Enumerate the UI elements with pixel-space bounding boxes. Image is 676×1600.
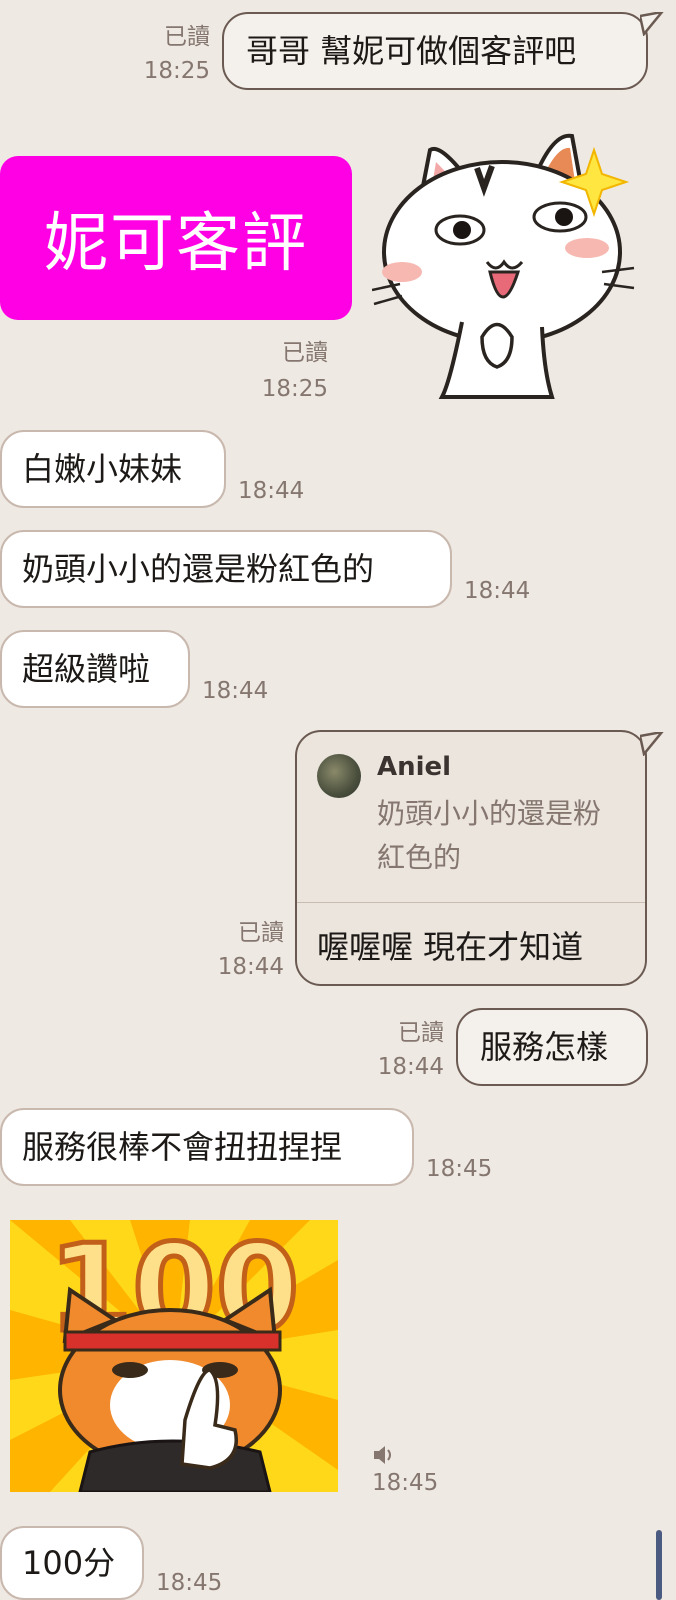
message-text: 服務怎樣 bbox=[480, 1028, 609, 1066]
message-time: 18:45 bbox=[372, 1470, 439, 1496]
message-text: 白嫩小妹妹 bbox=[22, 450, 183, 488]
message-time: 18:25 bbox=[261, 376, 328, 402]
quoted-text: 奶頭小小的還是粉紅色的 bbox=[377, 797, 602, 874]
message-time: 18:44 bbox=[464, 578, 531, 604]
incoming-message[interactable]: 超級讚啦 bbox=[0, 630, 190, 708]
image-text: 妮可客評 bbox=[44, 207, 308, 281]
message-time: 18:44 bbox=[377, 1054, 444, 1080]
scrollbar[interactable] bbox=[656, 1530, 662, 1600]
bubble-tail bbox=[640, 12, 664, 36]
outgoing-message[interactable]: 哥哥 幫妮可做個客評吧 bbox=[222, 12, 648, 90]
message-text: 服務很棒不會扭扭捏捏 bbox=[22, 1128, 343, 1166]
incoming-message[interactable]: 100分 bbox=[0, 1526, 144, 1600]
speaker-icon[interactable] bbox=[372, 1444, 396, 1466]
message-time: 18:45 bbox=[426, 1156, 493, 1182]
message-text: 喔喔喔 現在才知道 bbox=[317, 928, 584, 966]
message-text: 100分 bbox=[22, 1544, 116, 1582]
outgoing-message[interactable]: 服務怎樣 bbox=[456, 1008, 648, 1086]
avatar bbox=[317, 754, 361, 798]
image-message[interactable]: 妮可客評 bbox=[0, 156, 352, 320]
message-time: 18:25 bbox=[143, 58, 210, 84]
message-time: 18:44 bbox=[217, 954, 284, 980]
quoted-message[interactable]: Aniel 奶頭小小的還是粉紅色的 bbox=[297, 732, 645, 903]
cat-100-sticker[interactable]: 100 bbox=[10, 1220, 338, 1492]
read-receipt: 已讀 bbox=[282, 340, 328, 366]
message-text: 超級讚啦 bbox=[22, 650, 151, 688]
read-receipt: 已讀 bbox=[238, 920, 284, 946]
incoming-message[interactable]: 奶頭小小的還是粉紅色的 bbox=[0, 530, 452, 608]
bubble-tail bbox=[640, 732, 664, 756]
incoming-message[interactable]: 服務很棒不會扭扭捏捏 bbox=[0, 1108, 414, 1186]
incoming-message[interactable]: 白嫩小妹妹 bbox=[0, 430, 226, 508]
message-text: 奶頭小小的還是粉紅色的 bbox=[22, 550, 375, 588]
message-text: 哥哥 幫妮可做個客評吧 bbox=[246, 32, 577, 70]
cat-sticker[interactable] bbox=[372, 122, 642, 402]
quoted-sender-name: Aniel bbox=[377, 752, 452, 782]
read-receipt: 已讀 bbox=[164, 24, 210, 50]
message-time: 18:45 bbox=[156, 1570, 223, 1596]
read-receipt: 已讀 bbox=[398, 1020, 444, 1046]
message-time: 18:44 bbox=[202, 678, 269, 704]
reply-message[interactable]: Aniel 奶頭小小的還是粉紅色的 喔喔喔 現在才知道 bbox=[295, 730, 647, 986]
message-time: 18:44 bbox=[238, 478, 305, 504]
